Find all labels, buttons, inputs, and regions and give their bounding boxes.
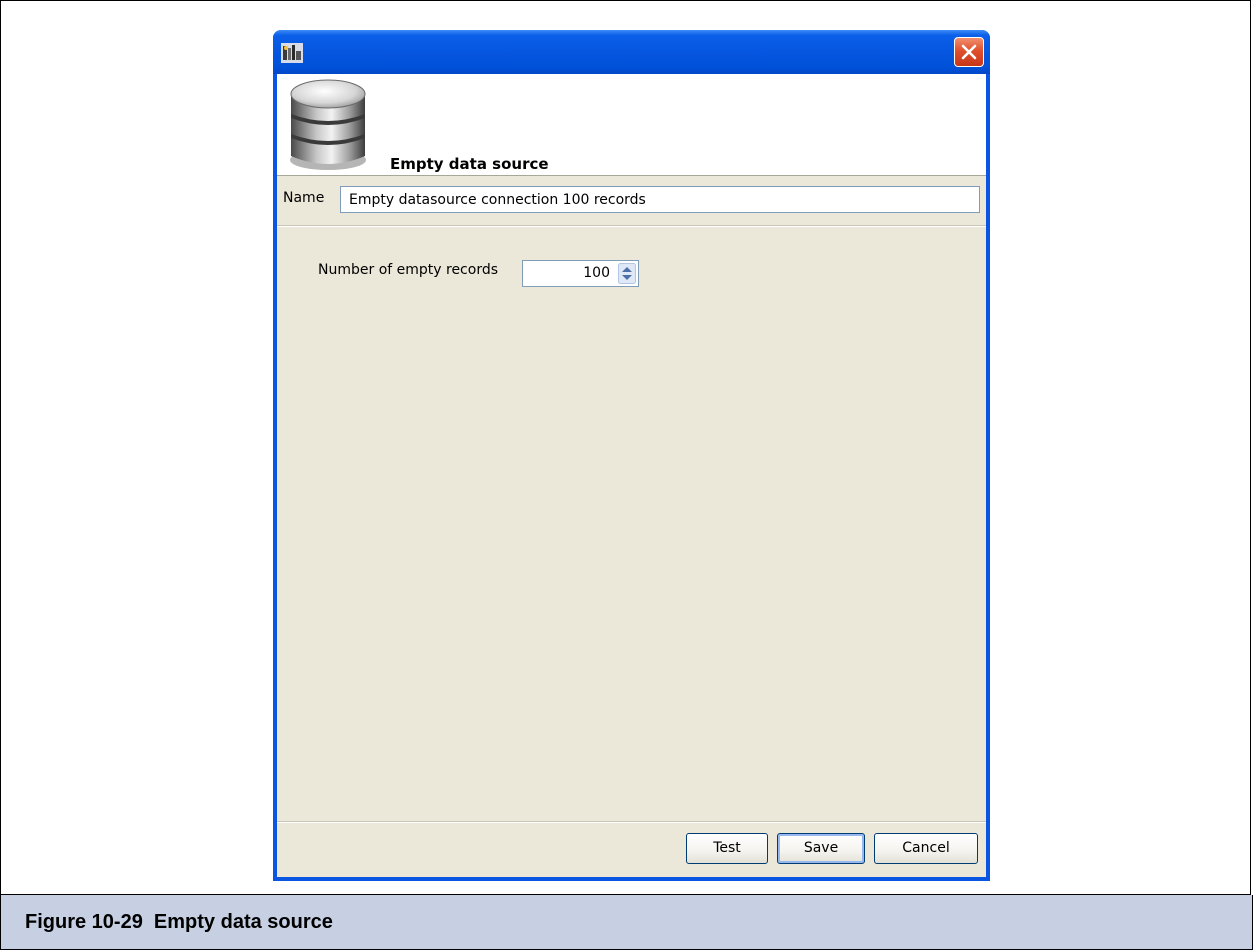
window-bottom-border xyxy=(273,877,990,881)
figure-caption: Figure 10-29 Empty data source xyxy=(25,911,333,933)
records-spinner[interactable]: 100 xyxy=(522,260,639,287)
spinner-arrows-icon[interactable] xyxy=(618,263,636,284)
name-row: Name xyxy=(277,176,986,221)
records-label: Number of empty records xyxy=(318,262,499,278)
name-input[interactable] xyxy=(340,186,980,213)
body-divider-highlight xyxy=(277,226,986,227)
database-icon xyxy=(287,76,369,172)
figure-caption-bar: Figure 10-29 Empty data source xyxy=(0,895,1253,950)
dialog-window: Empty data source Name Number of empty r… xyxy=(273,30,990,881)
close-button[interactable] xyxy=(954,37,984,67)
save-button[interactable]: Save xyxy=(777,833,865,864)
test-button[interactable]: Test xyxy=(686,833,768,864)
dialog-header-title: Empty data source xyxy=(390,155,549,173)
page: Empty data source Name Number of empty r… xyxy=(0,0,1253,950)
cancel-button[interactable]: Cancel xyxy=(874,833,978,864)
name-label: Name xyxy=(283,190,325,206)
dialog-header: Empty data source xyxy=(277,74,986,175)
dialog-client: Empty data source Name Number of empty r… xyxy=(277,74,986,877)
footer-divider-highlight xyxy=(277,822,986,823)
records-value[interactable]: 100 xyxy=(583,265,610,281)
close-icon xyxy=(961,44,977,60)
figure-frame: Empty data source Name Number of empty r… xyxy=(0,0,1251,895)
app-icon xyxy=(281,43,303,63)
title-bar[interactable] xyxy=(273,30,990,74)
